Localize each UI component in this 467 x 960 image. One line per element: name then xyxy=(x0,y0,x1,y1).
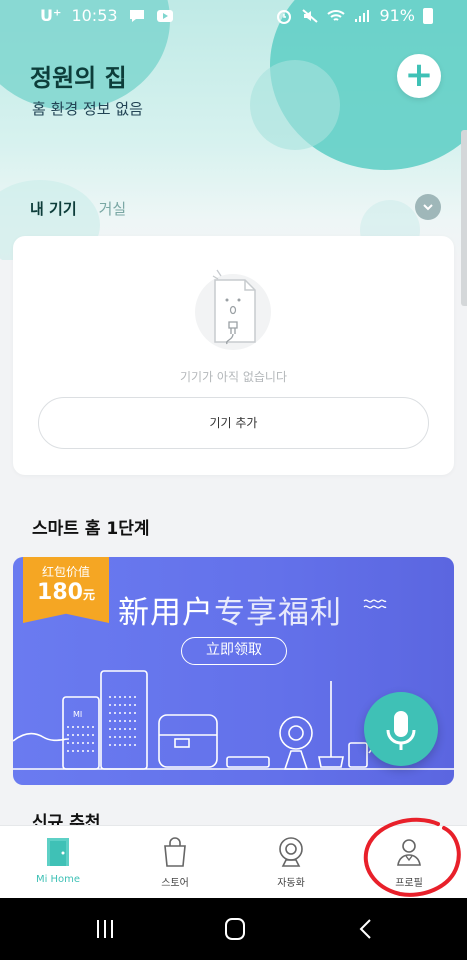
camera-icon xyxy=(279,837,303,867)
home-env-info[interactable]: 홈 환경 정보 없음 xyxy=(32,98,143,119)
play-icon xyxy=(156,9,173,22)
expand-rooms-button[interactable] xyxy=(415,194,441,220)
product-logo: MI xyxy=(73,710,82,719)
door-icon xyxy=(47,838,69,866)
ribbon-caption: 红包价值 xyxy=(41,565,90,579)
status-bar: U⁺ 10:53 91% xyxy=(0,0,467,34)
annotation-circle xyxy=(363,817,461,897)
chevron-down-icon xyxy=(423,204,433,211)
empty-devices-text: 기기가 아직 없습니다 xyxy=(180,370,287,384)
mute-icon xyxy=(302,8,319,23)
nav-label-mi-home: Mi Home xyxy=(35,874,81,885)
wave-icon xyxy=(363,599,387,609)
section-title: 스마트 홈 1단계 xyxy=(32,519,150,539)
edge-panel-handle[interactable] xyxy=(461,130,467,306)
status-time: 10:53 xyxy=(71,6,118,25)
recommendations-title: 신규 추천 xyxy=(32,813,101,826)
nav-automation[interactable]: 자동화 xyxy=(246,836,336,889)
battery-icon xyxy=(423,7,433,24)
alarm-icon xyxy=(277,9,292,24)
bag-icon xyxy=(164,837,186,867)
red-packet-ribbon: 红包价值 180元 xyxy=(23,557,109,623)
nav-label-store: 스토어 xyxy=(161,878,189,889)
nav-label-automation: 자동화 xyxy=(277,878,305,889)
banner-headline: 新用户专享福利 xyxy=(118,587,342,632)
headline-strong: 新用户 xyxy=(118,595,214,631)
android-navigation-bar xyxy=(0,898,467,960)
recent-apps-icon[interactable] xyxy=(90,916,120,942)
empty-devices-illustration xyxy=(195,269,271,350)
signal-icon xyxy=(355,9,370,22)
room-tabs: 내 기기 거실 xyxy=(30,198,126,219)
home-circle-icon[interactable] xyxy=(220,916,250,942)
voice-assistant-button[interactable] xyxy=(364,692,438,766)
header-background xyxy=(0,0,467,260)
nav-mi-home[interactable]: Mi Home xyxy=(13,836,103,885)
carrier-label: U⁺ xyxy=(40,6,62,25)
ribbon-price: 180 xyxy=(37,580,83,605)
mic-icon xyxy=(386,711,416,750)
plus-icon: + xyxy=(404,55,434,95)
wifi-icon xyxy=(327,9,346,21)
tab-my-devices[interactable]: 내 기기 xyxy=(30,198,77,219)
nav-store[interactable]: 스토어 xyxy=(130,836,220,889)
home-name[interactable]: 정원의 집 xyxy=(30,58,127,93)
back-icon[interactable] xyxy=(350,916,380,942)
ribbon-unit: 元 xyxy=(82,588,95,602)
device-card: 기기가 아직 없습니다 기기 추가 xyxy=(13,236,454,475)
add-button[interactable]: + xyxy=(397,54,441,98)
headline-light: 专享福利 xyxy=(214,595,342,631)
message-icon xyxy=(129,9,144,22)
add-device-button[interactable]: 기기 추가 xyxy=(38,397,429,449)
tab-living-room[interactable]: 거실 xyxy=(99,198,127,219)
battery-percent: 91% xyxy=(379,6,415,25)
decor-blob xyxy=(250,60,340,150)
